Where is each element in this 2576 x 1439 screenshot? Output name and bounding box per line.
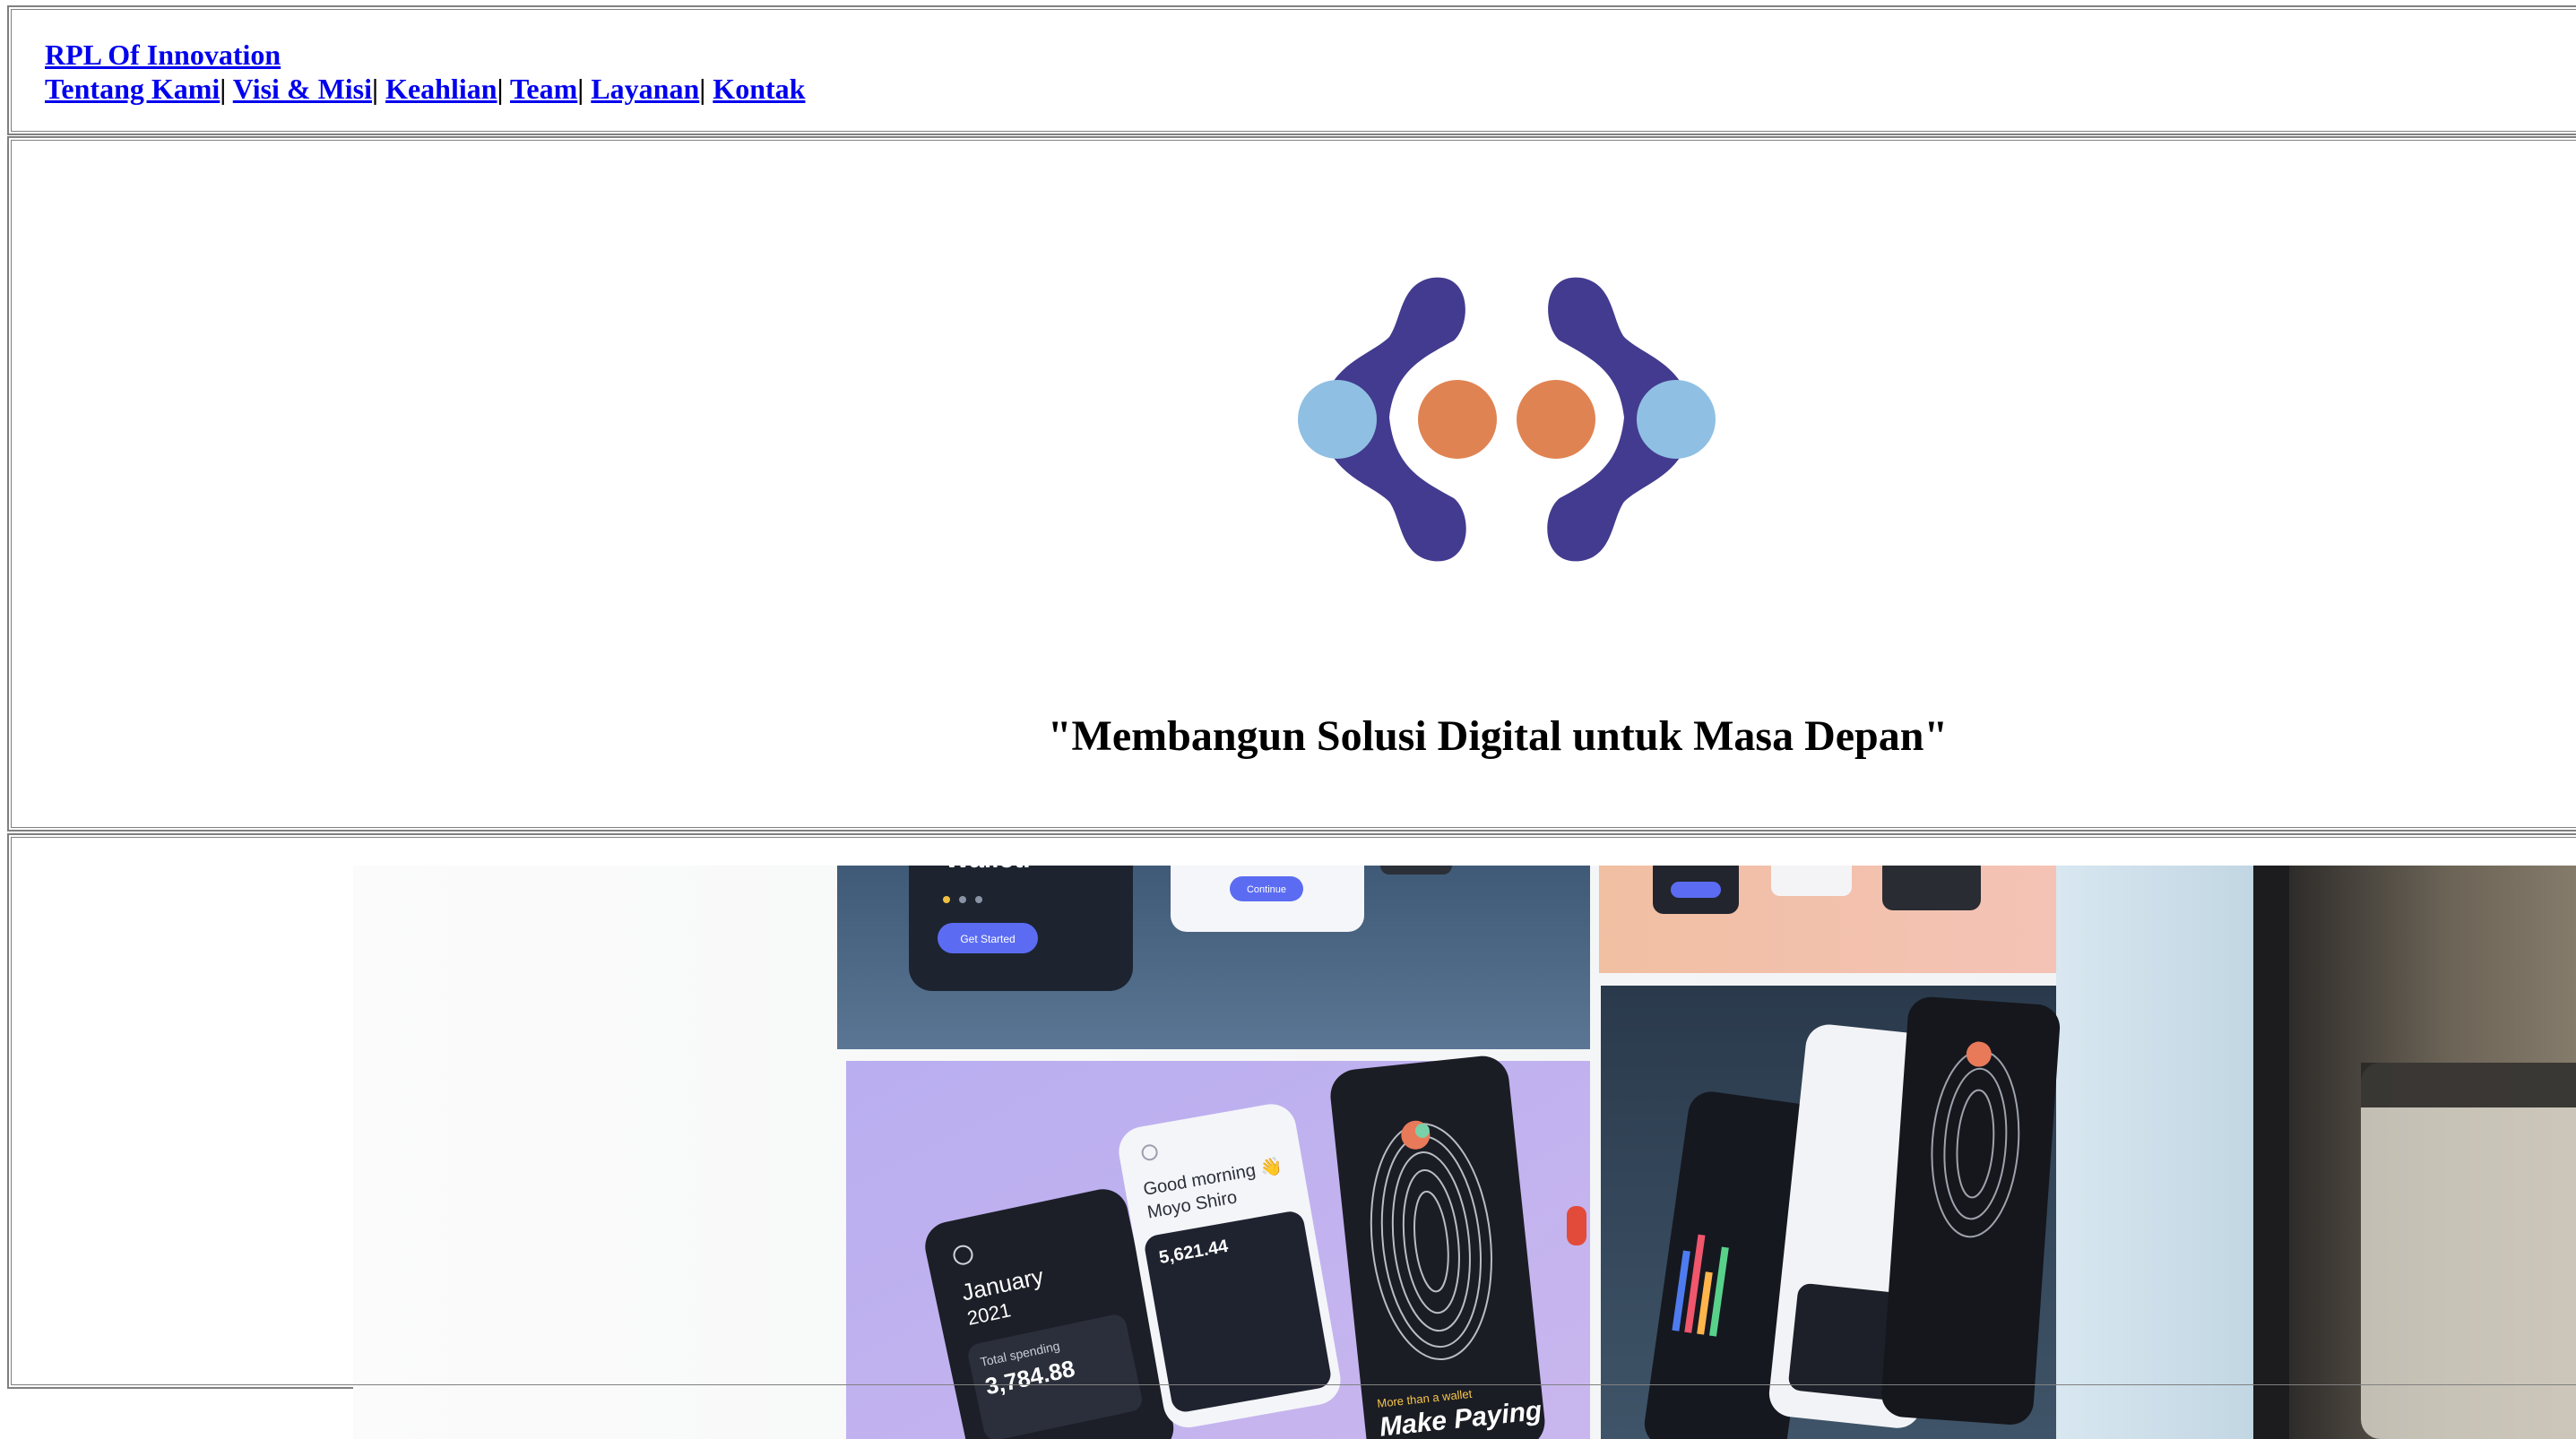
wallet-phone: Wallet. Get Started xyxy=(909,866,1133,991)
svg-text:Get Started: Get Started xyxy=(960,933,1015,945)
nav-separator: | xyxy=(699,73,706,105)
svg-text:Wallet.: Wallet. xyxy=(945,866,1031,874)
nav-link-tentang-kami[interactable]: Tentang Kami xyxy=(45,73,220,105)
nav-separator: | xyxy=(220,73,227,105)
nav-separator: | xyxy=(497,73,504,105)
nav-separator: | xyxy=(372,73,379,105)
logo-left-blue-dot xyxy=(1298,380,1377,459)
nav-menu: Tentang Kami| Visi & Misi| Keahlian| Tea… xyxy=(45,72,805,106)
logo-right-orange-dot xyxy=(1517,380,1595,459)
svg-text:Continue: Continue xyxy=(1247,884,1286,895)
logo-right-blue-dot xyxy=(1637,380,1716,459)
nav-link-layanan[interactable]: Layanan xyxy=(591,73,699,105)
nav-link-kontak[interactable]: Kontak xyxy=(713,73,805,105)
hero-tagline: "Membangun Solusi Digital untuk Masa Dep… xyxy=(1047,712,1949,760)
nav-link-team[interactable]: Team xyxy=(510,73,577,105)
rpl-logo-icon xyxy=(1298,277,1716,562)
header-nav-block: RPL Of Innovation Tentang Kami| Visi & M… xyxy=(45,38,805,106)
image-frame: Wallet. Get Started Continue xyxy=(7,833,2576,1439)
header-frame: RPL Of Innovation Tentang Kami| Visi & M… xyxy=(7,5,2576,135)
logo-left-orange-dot xyxy=(1418,380,1497,459)
nav-link-visi-misi[interactable]: Visi & Misi xyxy=(233,73,372,105)
nav-link-keahlian[interactable]: Keahlian xyxy=(385,73,497,105)
hero-frame: "Membangun Solusi Digital untuk Masa Dep… xyxy=(7,136,2576,832)
photo-illustration: Wallet. Get Started Continue xyxy=(353,866,2576,1439)
brand-link[interactable]: RPL Of Innovation xyxy=(45,39,281,71)
app-designs-monitor-photo: Wallet. Get Started Continue xyxy=(353,866,2576,1439)
nav-separator: | xyxy=(577,73,584,105)
